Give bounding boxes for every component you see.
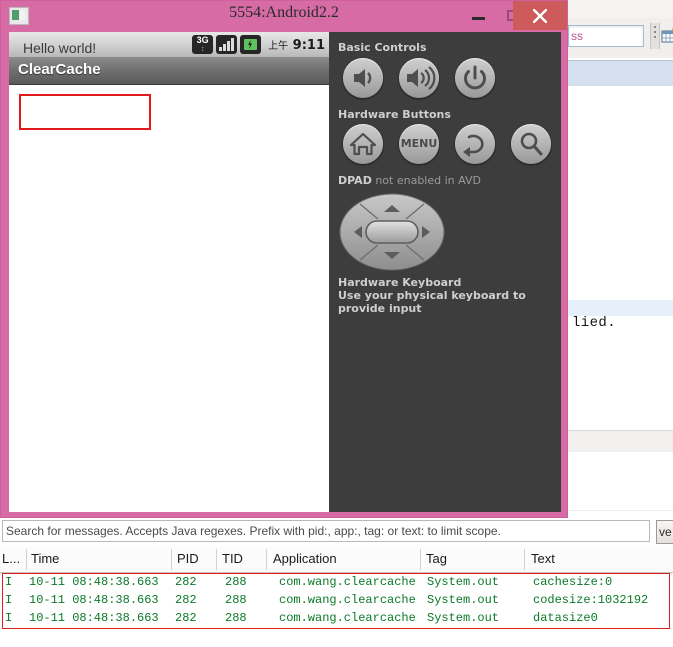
row-pid: 282 — [175, 593, 197, 607]
column-header-level[interactable]: L... — [2, 551, 20, 566]
android-device-screen[interactable]: 3G ↕ 上午 9:11 ClearCache Hello world! — [9, 32, 329, 512]
search-icon — [520, 132, 543, 156]
row-level: I — [5, 575, 13, 589]
hello-world-text: Hello world! — [23, 40, 97, 56]
hardware-keyboard-label: Hardware Keyboard — [338, 276, 462, 289]
logcat-rows-container: I 10-11 08:48:38.663 282 288 com.wang.cl… — [2, 573, 670, 629]
signal-bars-icon — [216, 35, 238, 54]
background-toolbar-band — [565, 0, 673, 19]
minimize-button[interactable] — [463, 1, 495, 30]
android-app-title: ClearCache — [18, 61, 101, 78]
volume-up-icon — [407, 66, 436, 90]
status-bar-icons: 3G ↕ 上午 9:11 — [192, 34, 325, 55]
column-divider[interactable] — [524, 549, 525, 570]
column-header-time[interactable]: Time — [31, 551, 59, 566]
row-application: com.wang.clearcache — [279, 611, 416, 625]
row-tag: System.out — [427, 575, 500, 589]
hello-world-highlight-box — [19, 94, 151, 130]
android-app-title-bar: ClearCache — [9, 57, 329, 85]
row-time: 10-11 08:48:38.663 — [29, 593, 159, 607]
column-header-tag[interactable]: Tag — [426, 551, 447, 566]
dpad-control[interactable] — [338, 192, 446, 272]
search-button[interactable] — [511, 124, 551, 164]
table-add-icon[interactable] — [661, 27, 673, 45]
background-code-text: lied. — [572, 315, 617, 331]
dpad-title: DPAD — [338, 174, 372, 187]
column-divider[interactable] — [26, 549, 27, 570]
row-level: I — [5, 611, 13, 625]
menu-button-label: MENU — [400, 137, 438, 150]
column-divider[interactable] — [216, 549, 217, 570]
row-pid: 282 — [175, 575, 197, 589]
column-divider[interactable] — [420, 549, 421, 570]
column-divider[interactable] — [171, 549, 172, 570]
basic-controls-label: Basic Controls — [338, 41, 427, 54]
toolbar-grip-handle[interactable] — [650, 23, 660, 49]
clock-period: 上午 — [268, 40, 289, 52]
row-application: com.wang.clearcache — [279, 593, 416, 607]
row-tid: 288 — [225, 575, 247, 589]
row-text: datasize0 — [533, 611, 598, 625]
table-row[interactable]: I 10-11 08:48:38.663 282 288 com.wang.cl… — [3, 592, 669, 610]
row-pid: 282 — [175, 611, 197, 625]
back-arrow-icon — [463, 134, 484, 157]
row-text: cachesize:0 — [533, 575, 613, 589]
back-button[interactable] — [455, 124, 495, 164]
3g-icon: 3G ↕ — [192, 35, 214, 54]
row-tid: 288 — [225, 611, 247, 625]
home-button[interactable] — [343, 124, 383, 164]
row-level: I — [5, 593, 13, 607]
row-text: codesize:1032192 — [533, 593, 649, 607]
row-time: 10-11 08:48:38.663 — [29, 611, 159, 625]
column-divider[interactable] — [266, 549, 267, 570]
android-emulator-window: 5554:Android2.2 3G ↕ 上午 9:11 ClearCache … — [0, 0, 568, 518]
row-time: 10-11 08:48:38.663 — [29, 575, 159, 589]
dpad-label: DPAD not enabled in AVD — [338, 174, 481, 187]
background-highlight-line — [565, 300, 673, 316]
background-selection-band — [565, 60, 673, 88]
table-row[interactable]: I 10-11 08:48:38.663 282 288 com.wang.cl… — [3, 610, 669, 628]
row-tag: System.out — [427, 593, 500, 607]
column-header-pid[interactable]: PID — [177, 551, 199, 566]
row-application: com.wang.clearcache — [279, 575, 416, 589]
clock-time: 9:11 — [292, 37, 325, 53]
status-bar-clock: 上午 9:11 — [264, 37, 325, 53]
column-header-tid[interactable]: TID — [222, 551, 243, 566]
volume-down-button[interactable] — [343, 58, 383, 98]
background-lower-body — [565, 452, 673, 510]
volume-down-icon — [354, 69, 372, 87]
volume-up-button[interactable] — [399, 58, 439, 98]
row-tag: System.out — [427, 611, 500, 625]
power-icon — [464, 65, 486, 90]
menu-button[interactable]: MENU — [399, 124, 439, 164]
column-header-application[interactable]: Application — [273, 551, 337, 566]
logcat-level-filter-button[interactable]: ve — [656, 520, 673, 544]
hardware-keyboard-hint: Use your physical keyboard to provide in… — [338, 289, 526, 315]
background-search-input[interactable]: ss — [568, 25, 644, 47]
row-tid: 288 — [225, 593, 247, 607]
logcat-search-input[interactable]: Search for messages. Accepts Java regexe… — [2, 520, 650, 542]
logcat-panel: Search for messages. Accepts Java regexe… — [0, 518, 673, 647]
dpad-status: not enabled in AVD — [371, 174, 481, 187]
logcat-column-headers: L... Time PID TID Application Tag Text — [0, 547, 673, 573]
close-button[interactable] — [513, 1, 567, 30]
battery-charging-icon — [240, 35, 262, 54]
background-editor-body — [565, 86, 673, 416]
emulator-control-panel: Basic Controls Hardware Buttons MENU DPA… — [329, 32, 561, 512]
table-row[interactable]: I 10-11 08:48:38.663 282 288 com.wang.cl… — [3, 574, 669, 592]
home-icon — [349, 132, 377, 156]
power-button[interactable] — [455, 58, 495, 98]
hardware-buttons-label: Hardware Buttons — [338, 108, 451, 121]
emulator-title-bar[interactable]: 5554:Android2.2 — [1, 1, 567, 30]
column-header-text[interactable]: Text — [531, 551, 555, 566]
